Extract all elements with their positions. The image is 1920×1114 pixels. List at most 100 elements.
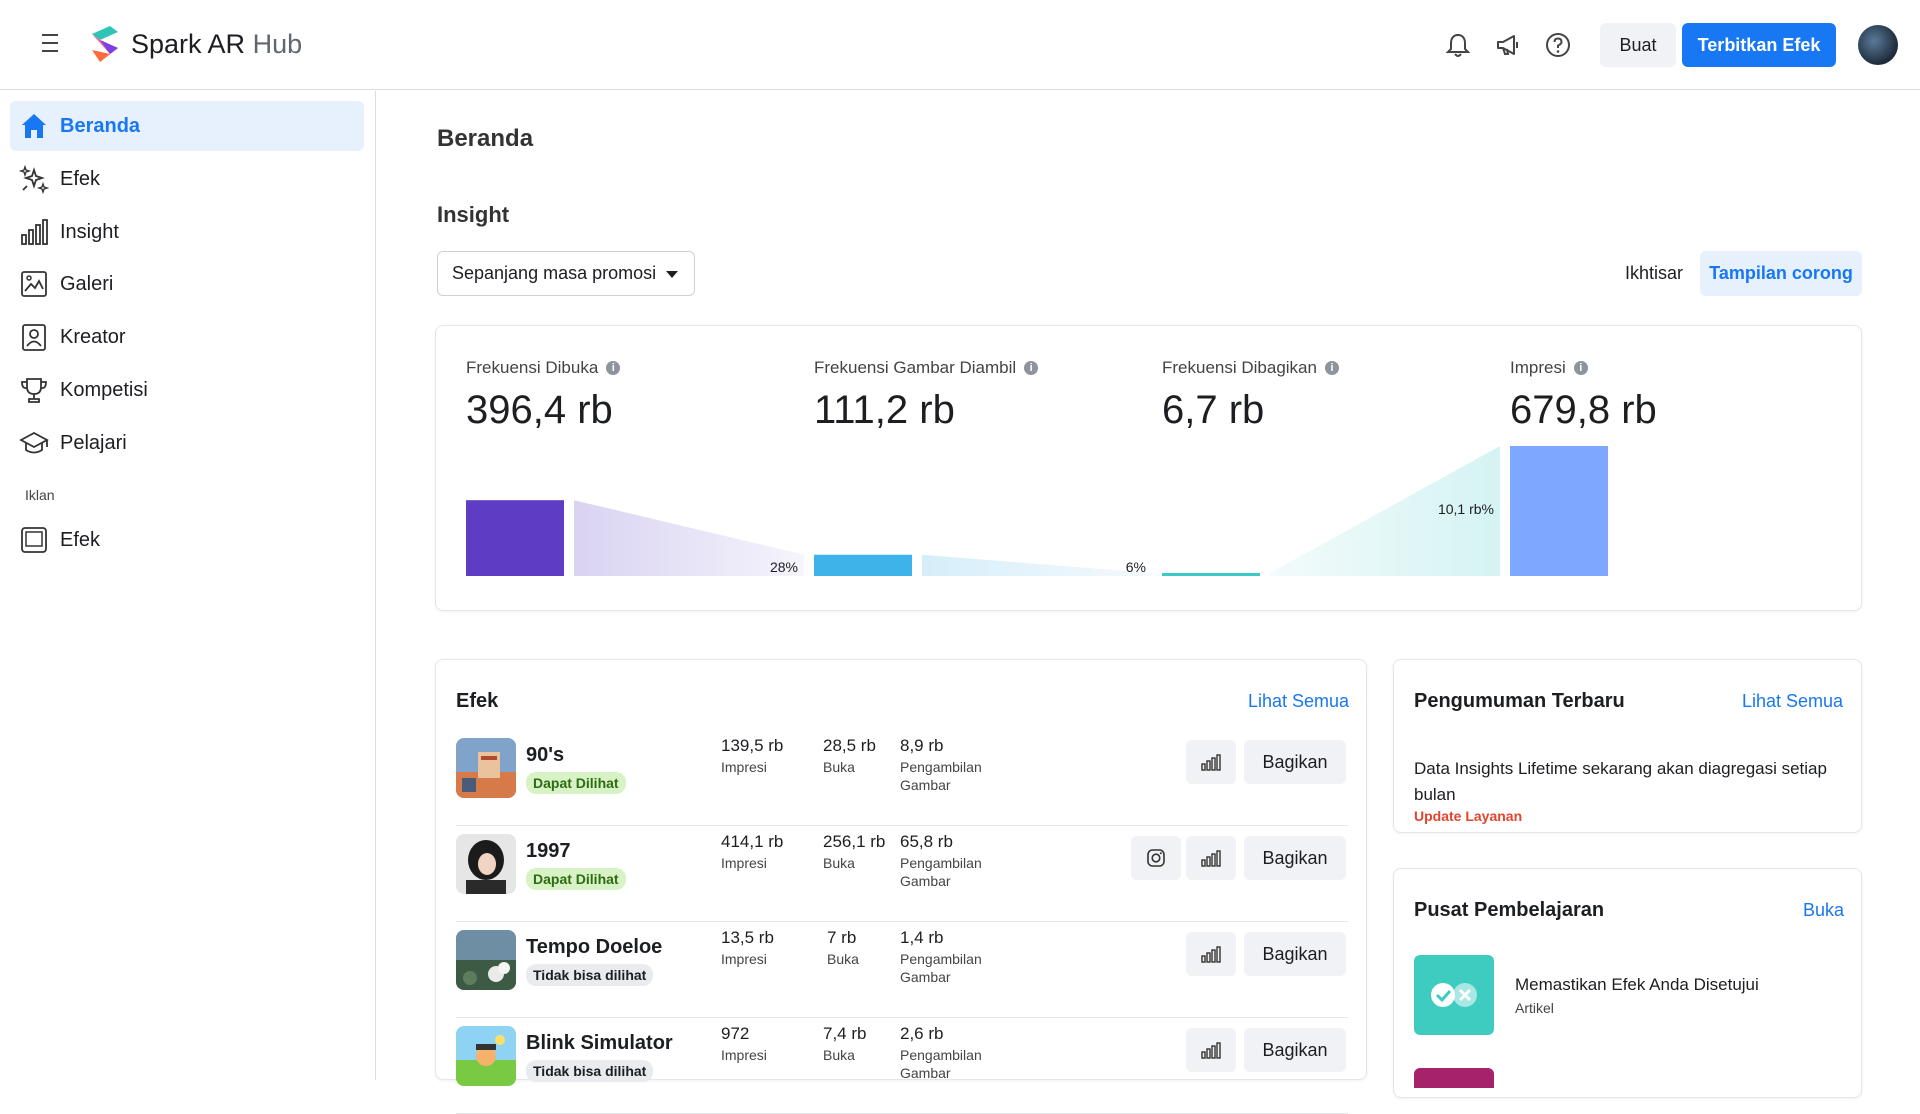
bar-chart-icon (1201, 754, 1221, 771)
effect-thumbnail[interactable] (456, 738, 516, 798)
article-title[interactable]: Memastikan Efek Anda Disetujui (1515, 975, 1759, 995)
effect-name[interactable]: 90's (526, 744, 564, 767)
sidebar-item-label: Insight (60, 220, 119, 243)
sidebar-item-galeri[interactable]: Galeri (10, 259, 364, 309)
stat-opens: 7 rb Buka (827, 928, 859, 967)
sidebar-item-kompetisi[interactable]: Kompetisi (10, 365, 364, 415)
insights-button[interactable] (1186, 740, 1236, 784)
see-all-announcements-link[interactable]: Lihat Semua (1742, 691, 1843, 712)
article-thumbnail[interactable] (1414, 955, 1494, 1035)
effect-row[interactable]: Blink Simulator Tidak bisa dilihat 972 Im… (456, 1018, 1348, 1114)
metric-value: 6,7 rb (1162, 388, 1265, 432)
funnel-bar (814, 554, 912, 576)
instagram-button[interactable] (1131, 836, 1181, 880)
stat-opens: 256,1 rb Buka (823, 832, 886, 871)
stat-impressions: 414,1 rb Impresi (721, 832, 784, 871)
megaphone-icon[interactable] (1494, 31, 1522, 59)
stat-impressions: 139,5 rb Impresi (721, 736, 784, 775)
insight-section-title: Insight (437, 202, 510, 227)
sidebar-item-pelajari[interactable]: Pelajari (10, 418, 364, 468)
avatar[interactable] (1858, 25, 1898, 65)
share-button[interactable]: Bagikan (1244, 1028, 1346, 1072)
insights-button[interactable] (1186, 836, 1236, 880)
sidebar-item-label: Efek (60, 167, 101, 190)
learning-center-card: Pusat Pembelajaran Buka Memastikan Efek … (1393, 868, 1862, 1098)
menu-icon[interactable] (38, 34, 62, 54)
effect-name[interactable]: 1997 (526, 840, 571, 863)
caret-down-icon (666, 271, 678, 278)
metric-captures: Frekuensi Gambar Diambil i 111,2 rb (814, 358, 1039, 433)
sidebar-item-ads-efek[interactable]: Efek (10, 515, 364, 565)
effect-thumbnail[interactable] (456, 834, 516, 894)
see-all-effects-link[interactable]: Lihat Semua (1248, 691, 1349, 712)
sidebar-item-insight[interactable]: Insight (10, 207, 364, 257)
effect-thumbnail[interactable] (456, 1026, 516, 1086)
stat-opens: 28,5 rb Buka (823, 736, 876, 775)
funnel-bar (1510, 446, 1608, 576)
effect-name[interactable]: Blink Simulator (526, 1032, 673, 1055)
stat-opens: 7,4 rb Buka (823, 1024, 867, 1063)
metric-label: Frekuensi Dibuka (466, 358, 599, 377)
period-select[interactable]: Sepanjang masa promosi (437, 251, 695, 296)
status-badge: Tidak bisa dilihat (526, 1060, 654, 1082)
effect-thumbnail[interactable] (456, 930, 516, 990)
funnel-connector (922, 554, 1152, 576)
bar-chart-icon (18, 216, 50, 248)
info-icon[interactable]: i (1024, 361, 1039, 375)
info-icon[interactable]: i (1324, 361, 1339, 375)
create-button[interactable]: Buat (1600, 23, 1676, 67)
trophy-icon (18, 374, 50, 406)
funnel-card: 28% 6% 10,1 rb% Frekuensi Dibuka i 396,4 rb… (435, 325, 1862, 611)
metric-impressions: Impresi i 679,8 rb (1510, 358, 1657, 433)
metric-opens: Frekuensi Dibuka i 396,4 rb (466, 358, 621, 433)
status-badge: Tidak bisa dilihat (526, 964, 654, 986)
sidebar-item-label: Efek (60, 528, 101, 551)
top-bar: Spark AR Hub Buat Terbitkan Efek (0, 0, 1920, 90)
stat-captures: 8,9 rb Pengambilan Gambar (900, 736, 982, 794)
bar-chart-icon (1201, 1042, 1221, 1059)
effect-name[interactable]: Tempo Doeloe (526, 936, 662, 959)
conversion-label: 10,1 rb% (1438, 501, 1494, 517)
sidebar-section-label: Iklan (25, 487, 55, 503)
tab-overview[interactable]: Ikhtisar (1599, 251, 1709, 296)
sidebar-item-efek[interactable]: Efek (10, 154, 364, 204)
period-select-value: Sepanjang masa promosi (452, 263, 657, 283)
effect-row[interactable]: 90's Dapat Dilihat 139,5 rb Impresi 28,5 … (456, 730, 1348, 826)
open-learning-link[interactable]: Buka (1803, 900, 1844, 921)
sidebar-item-label: Pelajari (60, 431, 127, 454)
insights-button[interactable] (1186, 932, 1236, 976)
sidebar-item-beranda[interactable]: Beranda (10, 101, 364, 151)
share-button[interactable]: Bagikan (1244, 740, 1346, 784)
page-title: Beranda (437, 125, 534, 152)
info-icon[interactable]: i (606, 361, 621, 375)
publish-effect-button[interactable]: Terbitkan Efek (1682, 23, 1836, 67)
effect-row[interactable]: Tempo Doeloe Tidak bisa dilihat 13,5 rb I… (456, 922, 1348, 1018)
bar-chart-icon (1201, 946, 1221, 963)
brand-title[interactable]: Spark AR Hub (131, 29, 302, 60)
bar-chart-icon (1201, 850, 1221, 867)
article-thumbnail[interactable] (1414, 1068, 1494, 1088)
stat-captures: 2,6 rb Pengambilan Gambar (900, 1024, 982, 1082)
status-badge: Dapat Dilihat (526, 868, 626, 890)
funnel-bar (466, 500, 564, 576)
metric-value: 396,4 rb (466, 388, 613, 432)
metric-label: Impresi (1510, 358, 1566, 377)
share-button[interactable]: Bagikan (1244, 932, 1346, 976)
spark-ar-logo[interactable] (88, 24, 122, 64)
metric-shares: Frekuensi Dibagikan i 6,7 rb (1162, 358, 1339, 433)
tab-funnel-view[interactable]: Tampilan corong (1700, 251, 1862, 296)
metric-value: 679,8 rb (1510, 388, 1657, 432)
announcement-text[interactable]: Data Insights Lifetime sekarang akan dia… (1414, 756, 1834, 807)
effect-row[interactable]: 1997 Dapat Dilihat 414,1 rb Impresi 256,1… (456, 826, 1348, 922)
sidebar: Beranda Efek Insight Galeri Kreator Komp… (0, 91, 376, 1080)
info-icon[interactable]: i (1573, 361, 1588, 375)
stat-captures: 1,4 rb Pengambilan Gambar (900, 928, 982, 986)
sidebar-item-kreator[interactable]: Kreator (10, 312, 364, 362)
bell-icon[interactable] (1444, 31, 1472, 59)
help-icon[interactable] (1544, 31, 1572, 59)
stat-impressions: 13,5 rb Impresi (721, 928, 774, 967)
approval-icon (1431, 983, 1477, 1007)
share-button[interactable]: Bagikan (1244, 836, 1346, 880)
announcement-tag: Update Layanan (1414, 808, 1523, 824)
insights-button[interactable] (1186, 1028, 1236, 1072)
